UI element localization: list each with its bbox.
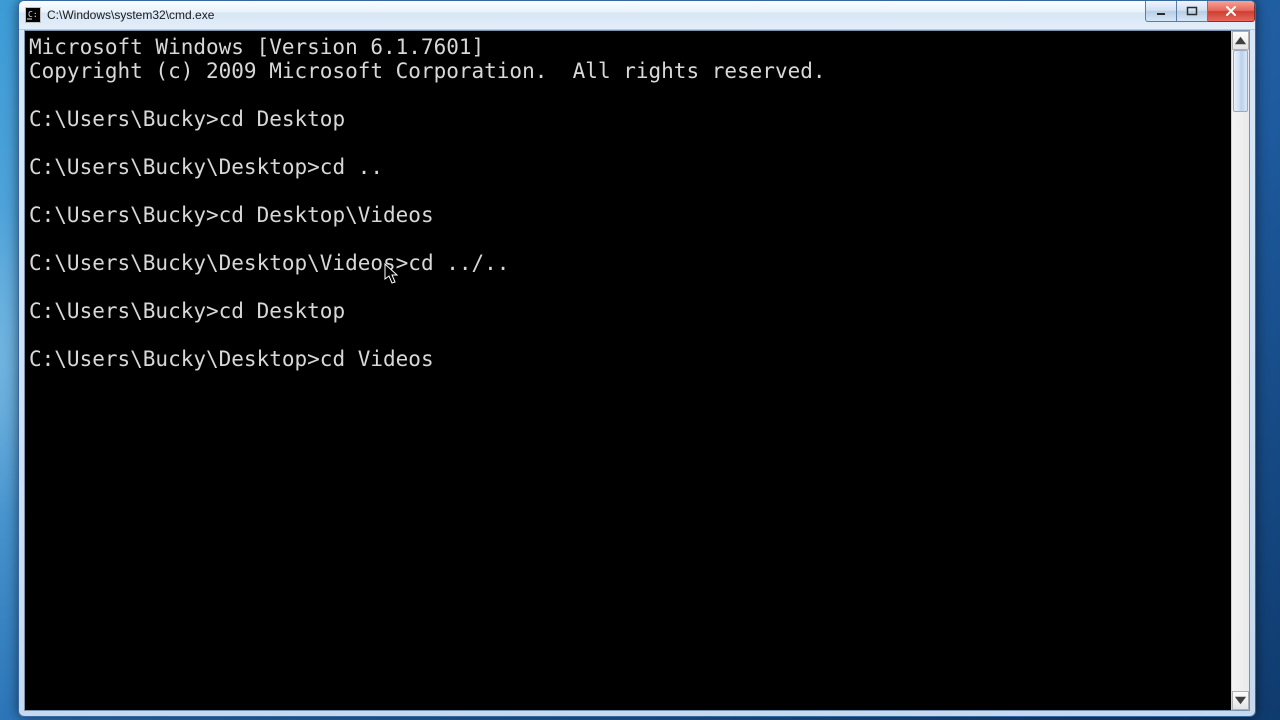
terminal-output[interactable]: Microsoft Windows [Version 6.1.7601] Cop… xyxy=(25,31,1231,710)
command: cd Desktop xyxy=(219,107,345,131)
scrollbar-track[interactable] xyxy=(1232,50,1249,691)
command: cd Videos xyxy=(320,347,434,371)
command: cd ../.. xyxy=(408,251,509,275)
blank-line xyxy=(29,131,1229,155)
blank-line xyxy=(29,179,1229,203)
terminal-header-line: Copyright (c) 2009 Microsoft Corporation… xyxy=(29,59,826,83)
prompt: C:\Users\Bucky\Desktop\Videos> xyxy=(29,251,408,275)
titlebar[interactable]: C: C:\Windows\system32\cmd.exe xyxy=(19,1,1255,30)
terminal-header-line: Microsoft Windows [Version 6.1.7601] xyxy=(29,35,484,59)
prompt: C:\Users\Bucky> xyxy=(29,107,219,131)
prompt: C:\Users\Bucky\Desktop> xyxy=(29,347,320,371)
prompt: C:\Users\Bucky> xyxy=(29,299,219,323)
maximize-button[interactable] xyxy=(1177,1,1208,22)
client-area: Microsoft Windows [Version 6.1.7601] Cop… xyxy=(24,30,1250,711)
command: cd Desktop xyxy=(219,299,345,323)
window-title: C:\Windows\system32\cmd.exe xyxy=(47,8,1145,22)
close-button[interactable] xyxy=(1208,1,1255,22)
cmd-icon: C: xyxy=(25,7,41,23)
scrollbar-thumb[interactable] xyxy=(1233,50,1248,112)
minimize-button[interactable] xyxy=(1145,1,1177,22)
svg-text:C:: C: xyxy=(28,10,38,19)
blank-line xyxy=(29,83,1229,107)
scroll-down-button[interactable] xyxy=(1232,691,1249,710)
blank-line xyxy=(29,323,1229,347)
prompt: C:\Users\Bucky> xyxy=(29,203,219,227)
command: cd .. xyxy=(320,155,383,179)
vertical-scrollbar[interactable] xyxy=(1231,31,1249,710)
command: cd Desktop\Videos xyxy=(219,203,434,227)
blank-line xyxy=(29,275,1229,299)
prompt: C:\Users\Bucky\Desktop> xyxy=(29,155,320,179)
window-controls xyxy=(1145,1,1255,21)
cmd-window: C: C:\Windows\system32\cmd.exe xyxy=(18,0,1256,717)
scroll-up-button[interactable] xyxy=(1232,31,1249,50)
blank-line xyxy=(29,227,1229,251)
